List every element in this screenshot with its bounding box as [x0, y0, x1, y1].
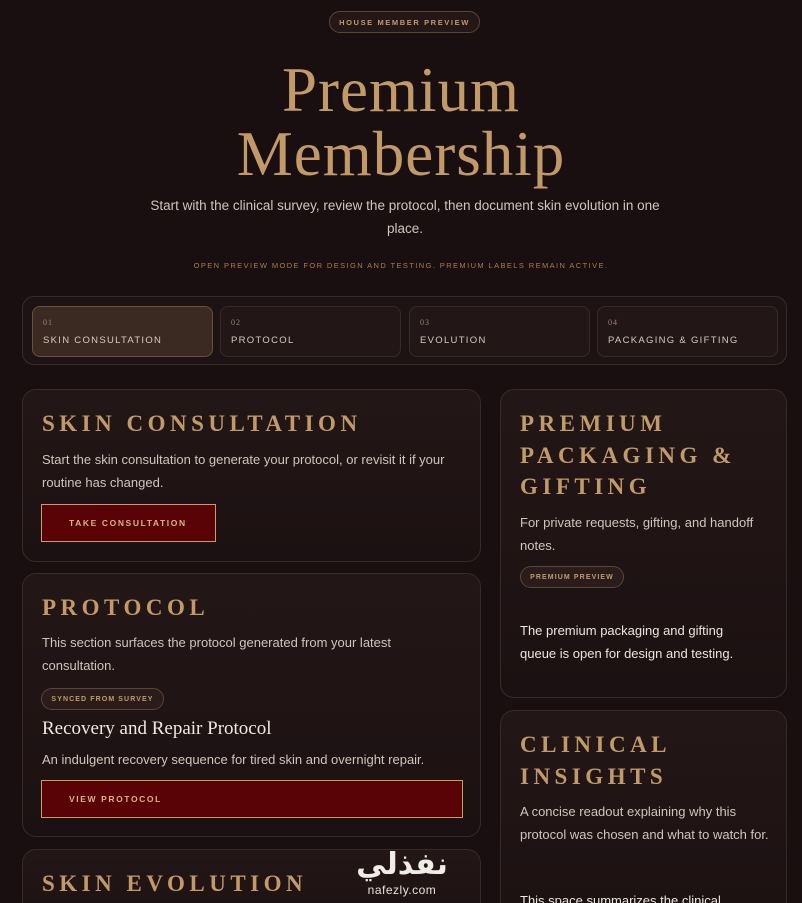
card-description: This section surfaces the protocol gener…	[42, 635, 392, 673]
view-protocol-button[interactable]: VIEW PROTOCOL	[41, 780, 463, 818]
page-title: Premium Membership	[0, 58, 802, 186]
tab-packaging-gifting[interactable]: 04 PACKAGING & GIFTING	[597, 306, 778, 357]
tab-protocol[interactable]: 02 PROTOCOL	[220, 306, 401, 357]
member-preview-badge: HOUSE MEMBER PREVIEW	[329, 11, 480, 33]
premium-preview-badge: PREMIUM PREVIEW	[520, 566, 624, 588]
tab-skin-consultation[interactable]: 01 SKIN CONSULTATION	[32, 306, 213, 357]
step-label: PACKAGING & GIFTING	[608, 335, 739, 346]
card-title-line: GIFTING	[520, 474, 652, 499]
card-title-line: INSIGHTS	[520, 763, 668, 789]
step-number: 03	[420, 318, 430, 327]
synced-status-badge: SYNCED FROM SURVEY	[41, 688, 164, 710]
insights-summary: This space summarizes the clinical	[520, 893, 721, 903]
nafezly-watermark-logo: نفذلي nafezly.com	[352, 847, 452, 898]
queue-status-text: The premium packaging and gifting queue …	[520, 623, 734, 661]
step-label: EVOLUTION	[420, 335, 487, 346]
step-navigation: 01 SKIN CONSULTATION 02 PROTOCOL 03 EVOL…	[22, 296, 787, 365]
card-title-line: CLINICAL	[520, 732, 672, 757]
watermark-latin: nafezly.com	[367, 883, 437, 897]
protocol-name: Recovery and Repair Protocol	[42, 718, 272, 739]
card-title: PROTOCOL	[42, 595, 210, 620]
page-title-line-1: Premium	[282, 55, 520, 125]
skin-consultation-card: SKIN CONSULTATION Start the skin consult…	[22, 389, 481, 562]
card-title-line: PREMIUM	[520, 411, 667, 436]
page-subtitle: Start with the clinical survey, review t…	[150, 198, 660, 236]
card-description: For private requests, gifting, and hando…	[520, 515, 754, 553]
step-label: SKIN CONSULTATION	[43, 335, 163, 346]
tab-evolution[interactable]: 03 EVOLUTION	[409, 306, 590, 357]
card-title: SKIN CONSULTATION	[42, 411, 362, 436]
step-number: 01	[43, 318, 53, 327]
card-title: PREMIUM PACKAGING & GIFTING	[520, 408, 736, 503]
packaging-gifting-card: PREMIUM PACKAGING & GIFTING For private …	[500, 389, 787, 698]
step-number: 02	[231, 318, 241, 327]
page-title-line-2: Membership	[236, 119, 566, 189]
card-title-line: PACKAGING &	[520, 442, 736, 468]
card-description: Start the skin consultation to generate …	[42, 452, 445, 490]
protocol-description: An indulgent recovery sequence for tired…	[42, 752, 425, 767]
preview-mode-note: OPEN PREVIEW MODE FOR DESIGN AND TESTING…	[193, 261, 609, 270]
clinical-insights-card: CLINICAL INSIGHTS A concise readout expl…	[500, 710, 787, 903]
step-label: PROTOCOL	[231, 335, 295, 346]
protocol-card: PROTOCOL This section surfaces the proto…	[22, 573, 481, 837]
card-title: SKIN EVOLUTION	[42, 871, 308, 896]
step-number: 04	[608, 318, 618, 327]
watermark-arabic: نفذلي	[356, 847, 448, 882]
take-consultation-button[interactable]: TAKE CONSULTATION	[41, 504, 216, 542]
card-title: CLINICAL INSIGHTS	[520, 729, 671, 792]
card-description: A concise readout explaining why this pr…	[520, 804, 769, 842]
